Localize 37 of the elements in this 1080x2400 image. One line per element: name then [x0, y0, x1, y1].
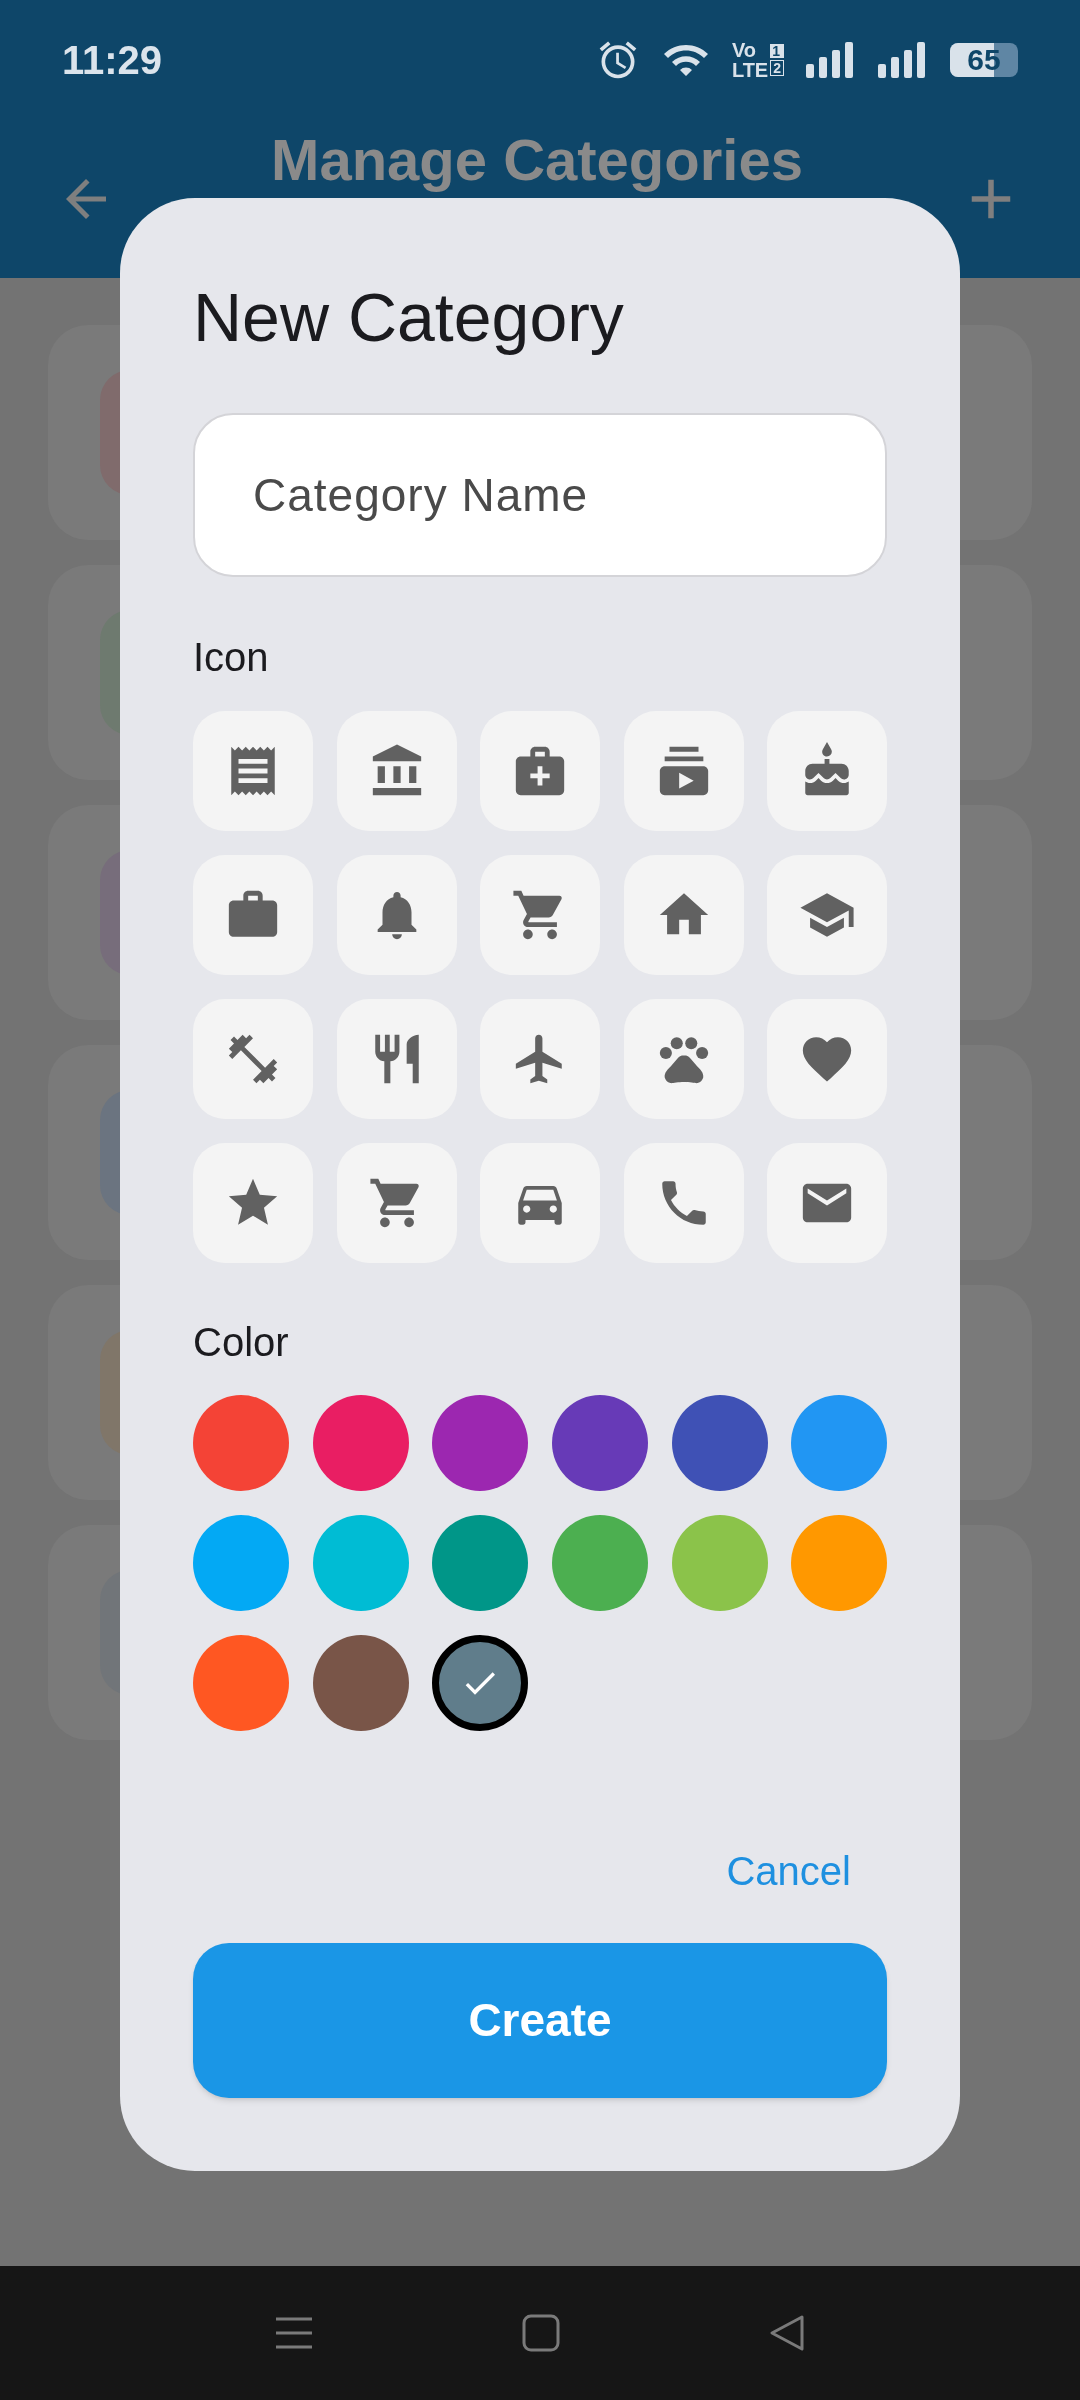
time: 11:29 — [62, 37, 163, 84]
sim-label: 2 — [770, 60, 784, 76]
sim-label: 1 — [770, 44, 784, 58]
icon-option[interactable] — [336, 999, 457, 1119]
icon-option[interactable] — [623, 711, 744, 831]
category-name-field[interactable]: Category Name — [193, 413, 887, 577]
cancel-button[interactable]: Cancel — [710, 1843, 867, 1899]
icon-option[interactable] — [336, 1143, 457, 1263]
icon-option[interactable] — [336, 855, 457, 975]
icon-option[interactable] — [623, 999, 744, 1119]
icon-label: Icon — [193, 634, 270, 681]
icon-option[interactable] — [480, 999, 601, 1119]
icon-option[interactable] — [480, 1143, 601, 1263]
icon-option[interactable] — [767, 1143, 888, 1263]
icon-option[interactable] — [767, 855, 888, 975]
icon-option[interactable] — [193, 1143, 313, 1263]
icon-option[interactable] — [193, 855, 313, 975]
create-button[interactable]: Create — [193, 1943, 887, 2098]
back-icon[interactable] — [768, 2314, 806, 2352]
app-bar-title: Manage Categories — [271, 126, 803, 194]
icon-option[interactable] — [767, 999, 888, 1119]
icon-option[interactable] — [480, 711, 601, 831]
signal-icon — [878, 42, 928, 78]
home-icon[interactable] — [522, 2314, 560, 2352]
icon-option[interactable] — [193, 999, 313, 1119]
volte-label: Vo — [731, 40, 757, 60]
dialog-title: New Category — [193, 278, 625, 357]
color-label: Color — [193, 1319, 290, 1366]
icon-option[interactable] — [623, 855, 744, 975]
menu-icon[interactable] — [274, 2315, 314, 2351]
signal-icon — [806, 42, 856, 78]
icon-option[interactable] — [480, 855, 601, 975]
icon-option[interactable] — [623, 1143, 744, 1263]
lte-label: LTE — [731, 60, 769, 80]
icon-option[interactable] — [193, 711, 313, 831]
icon-option[interactable] — [767, 711, 888, 831]
icon-option[interactable] — [336, 711, 457, 831]
